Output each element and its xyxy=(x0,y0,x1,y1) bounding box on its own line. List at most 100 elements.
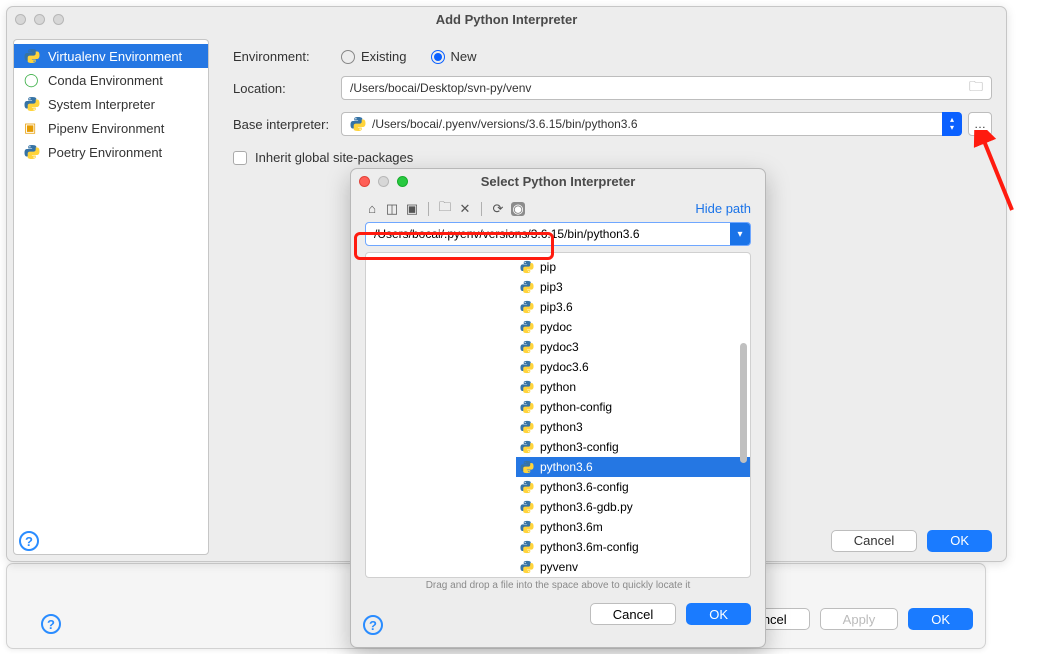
ok-button[interactable]: OK xyxy=(908,608,973,630)
base-interpreter-combo[interactable]: /Users/bocai/.pyenv/versions/3.6.15/bin/… xyxy=(341,112,962,136)
file-label: pyvenv xyxy=(540,560,578,574)
file-row[interactable]: pydoc3.6 xyxy=(516,357,750,377)
browse-button[interactable]: … xyxy=(968,112,992,136)
file-row[interactable]: python3.6-config xyxy=(516,477,750,497)
sidebar-item-virtualenv[interactable]: Virtualenv Environment xyxy=(14,44,208,68)
pipenv-icon: ▣ xyxy=(24,120,40,136)
path-value: /Users/bocai/.pyenv/versions/3.6.15/bin/… xyxy=(374,227,640,241)
file-label: python3.6-config xyxy=(540,480,629,494)
location-value: /Users/bocai/Desktop/svn-py/venv xyxy=(350,81,531,95)
sidebar-item-poetry[interactable]: Poetry Environment xyxy=(14,140,208,164)
home-icon[interactable]: ⌂ xyxy=(365,202,379,216)
file-label: python3 xyxy=(540,420,583,434)
new-radio[interactable]: New xyxy=(431,49,477,64)
file-label: python xyxy=(540,380,576,394)
file-icon xyxy=(520,460,534,474)
apply-button[interactable]: Apply xyxy=(820,608,899,630)
file-icon xyxy=(520,400,534,414)
file-label: pydoc3 xyxy=(540,340,579,354)
combo-stepper-icon[interactable]: ▴▾ xyxy=(942,112,962,136)
show-hidden-icon[interactable]: ◉ xyxy=(511,202,525,216)
file-row[interactable]: pip3 xyxy=(516,277,750,297)
project-icon[interactable]: ▣ xyxy=(405,202,419,216)
file-icon xyxy=(520,360,534,374)
file-row[interactable]: pyvenv xyxy=(516,557,750,577)
sidebar-item-label: System Interpreter xyxy=(48,97,155,112)
file-row[interactable]: python xyxy=(516,377,750,397)
cancel-button[interactable]: Cancel xyxy=(590,603,676,625)
sidebar-item-system[interactable]: System Interpreter xyxy=(14,92,208,116)
file-icon xyxy=(520,280,534,294)
ok-button[interactable]: OK xyxy=(686,603,751,625)
help-icon[interactable]: ? xyxy=(41,614,61,634)
file-label: pip3 xyxy=(540,280,563,294)
file-icon xyxy=(520,380,534,394)
existing-radio-label: Existing xyxy=(361,49,407,64)
conda-icon: ◯ xyxy=(24,72,40,88)
file-row[interactable]: python3-config xyxy=(516,437,750,457)
desktop-icon[interactable]: ◫ xyxy=(385,202,399,216)
file-icon xyxy=(520,300,534,314)
ok-button[interactable]: OK xyxy=(927,530,992,552)
sidebar-item-label: Pipenv Environment xyxy=(48,121,164,136)
dialog-title: Select Python Interpreter xyxy=(481,174,636,189)
new-folder-icon[interactable]: 🗀 xyxy=(438,202,452,216)
file-row[interactable]: python3.6 xyxy=(516,457,750,477)
file-label: python3.6 xyxy=(540,460,593,474)
file-icon xyxy=(520,540,534,554)
existing-radio[interactable]: Existing xyxy=(341,49,407,64)
file-label: python3.6m xyxy=(540,520,603,534)
dialog-footer: Cancel OK xyxy=(351,595,765,633)
cancel-button[interactable]: Cancel xyxy=(831,530,917,552)
file-label: pip xyxy=(540,260,556,274)
base-interpreter-label: Base interpreter: xyxy=(233,117,341,132)
close-icon[interactable] xyxy=(359,176,370,187)
file-row[interactable]: pip3.6 xyxy=(516,297,750,317)
sidebar-item-pipenv[interactable]: ▣ Pipenv Environment xyxy=(14,116,208,140)
close-icon[interactable] xyxy=(15,14,26,25)
titlebar: Add Python Interpreter xyxy=(7,7,1006,33)
minimize-icon xyxy=(378,176,389,187)
chevron-down-icon[interactable]: ▾ xyxy=(730,223,750,245)
inherit-checkbox[interactable]: Inherit global site-packages xyxy=(233,150,413,165)
refresh-icon[interactable]: ⟳ xyxy=(491,202,505,216)
scrollbar[interactable] xyxy=(740,343,747,463)
traffic-lights xyxy=(359,176,408,187)
environment-label: Environment: xyxy=(233,49,341,64)
dialog-title: Add Python Interpreter xyxy=(436,12,578,27)
help-icon[interactable]: ? xyxy=(363,615,383,635)
file-icon xyxy=(520,340,534,354)
hide-path-link[interactable]: Hide path xyxy=(695,201,751,216)
file-icon xyxy=(520,520,534,534)
file-row[interactable]: python-config xyxy=(516,397,750,417)
file-icon xyxy=(520,560,534,574)
help-icon[interactable]: ? xyxy=(19,531,39,551)
file-chooser-toolbar: ⌂ ◫ ▣ 🗀 ✕ ⟳ ◉ Hide path xyxy=(351,195,765,216)
location-input[interactable]: /Users/bocai/Desktop/svn-py/venv 🗀 xyxy=(341,76,992,100)
file-row[interactable]: pydoc xyxy=(516,317,750,337)
file-label: pip3.6 xyxy=(540,300,573,314)
traffic-lights xyxy=(15,14,64,25)
file-row[interactable]: pydoc3 xyxy=(516,337,750,357)
folder-icon[interactable]: 🗀 xyxy=(969,76,983,100)
file-icon xyxy=(520,420,534,434)
sidebar-item-conda[interactable]: ◯ Conda Environment xyxy=(14,68,208,92)
titlebar: Select Python Interpreter xyxy=(351,169,765,195)
file-row[interactable]: python3 xyxy=(516,417,750,437)
file-tree[interactable]: pip pip3 pip3.6 pydoc pydoc3 pydoc3.6 python py… xyxy=(365,252,751,578)
path-input[interactable]: /Users/bocai/.pyenv/versions/3.6.15/bin/… xyxy=(365,222,751,246)
delete-icon[interactable]: ✕ xyxy=(458,202,472,216)
file-row[interactable]: python3.6m-config xyxy=(516,537,750,557)
select-interpreter-dialog: Select Python Interpreter ⌂ ◫ ▣ 🗀 ✕ ⟳ ◉ … xyxy=(350,168,766,648)
interpreter-type-sidebar: Virtualenv Environment ◯ Conda Environme… xyxy=(13,39,209,555)
file-label: pydoc xyxy=(540,320,572,334)
location-label: Location: xyxy=(233,81,341,96)
file-label: python3-config xyxy=(540,440,619,454)
base-interpreter-value: /Users/bocai/.pyenv/versions/3.6.15/bin/… xyxy=(372,117,638,131)
inherit-label: Inherit global site-packages xyxy=(255,150,413,165)
maximize-icon[interactable] xyxy=(397,176,408,187)
file-row[interactable]: pip xyxy=(516,257,750,277)
file-row[interactable]: python3.6m xyxy=(516,517,750,537)
file-label: python-config xyxy=(540,400,612,414)
file-row[interactable]: python3.6-gdb.py xyxy=(516,497,750,517)
